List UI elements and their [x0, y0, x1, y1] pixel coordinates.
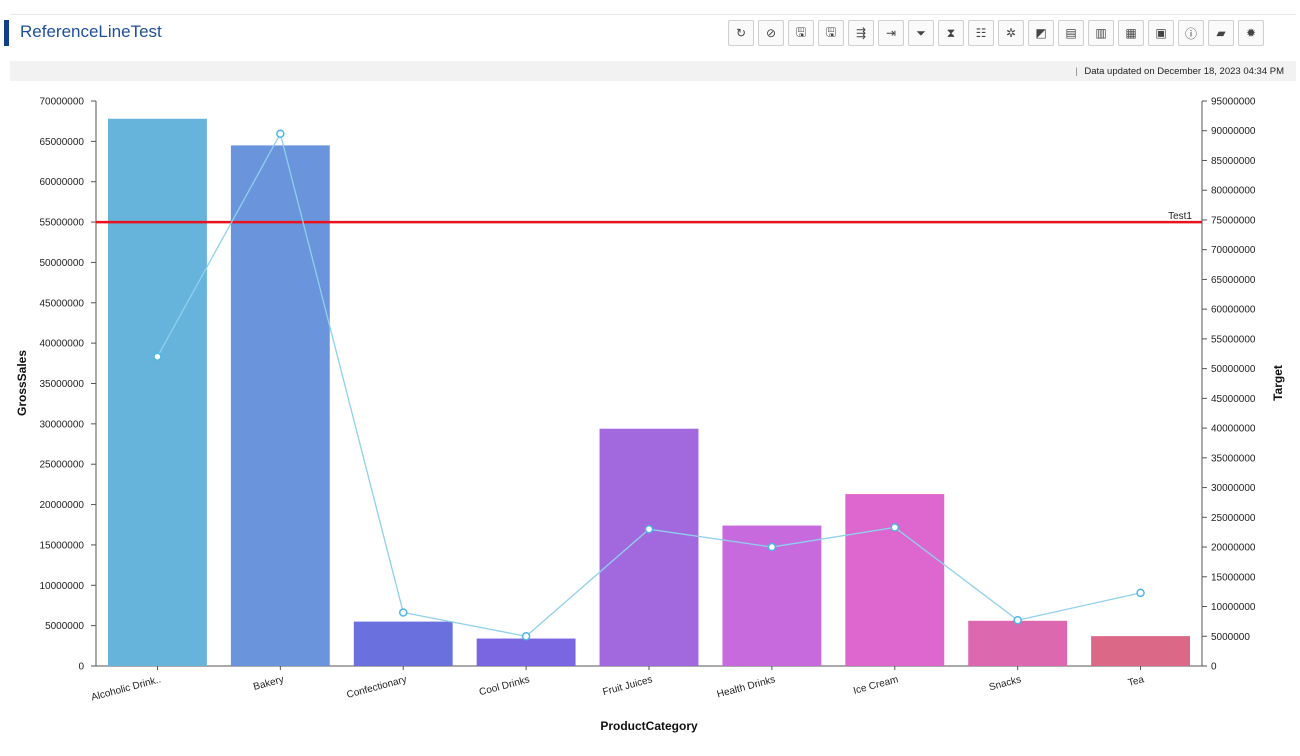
y-right-tick-label: 25000000 [1211, 513, 1256, 524]
x-tick-label: Ice Cream [852, 674, 899, 697]
y-left-tick-label: 20000000 [40, 500, 85, 511]
y-right-tick-label: 50000000 [1211, 364, 1256, 375]
y-right-tick-label: 5000000 [1211, 632, 1250, 643]
y-right-tick-label: 20000000 [1211, 543, 1256, 554]
y-right-tick-label: 85000000 [1211, 156, 1256, 167]
target-point [276, 129, 285, 138]
x-axis-title: ProductCategory [600, 719, 698, 733]
combo-chart: 0 5000000 10000000 15000000 20000000 25000000… [15, 97, 1285, 734]
y-right-tick-label: 10000000 [1211, 602, 1256, 613]
bar-tea [1091, 636, 1190, 666]
y-left-tick-label: 60000000 [40, 177, 85, 188]
y-right-tick-label: 90000000 [1211, 126, 1256, 137]
y-left-tick-label: 5000000 [45, 621, 84, 632]
y-left-tick-label: 40000000 [40, 339, 85, 350]
y-right-tick-label: 80000000 [1211, 186, 1256, 197]
bar-alcoholic-drink- [108, 118, 207, 666]
y-left-tick-label: 65000000 [40, 137, 85, 148]
x-tick-label: Alcoholic Drink.. [90, 674, 162, 703]
target-point [1013, 615, 1022, 625]
y-right-tick-label: 35000000 [1211, 453, 1256, 464]
y-left-tick-label: 55000000 [40, 218, 85, 229]
x-tick-label: Confectionary [346, 674, 408, 701]
y-right-tick-label: 30000000 [1211, 483, 1256, 494]
y-left-tick-label: 0 [78, 662, 84, 673]
y-axis-right-title: Target [1271, 365, 1285, 401]
x-tick-label: Tea [1127, 674, 1146, 689]
y-right-tick-label: 65000000 [1211, 275, 1256, 286]
x-tick-label: Snacks [988, 674, 1023, 693]
target-point [153, 352, 162, 361]
bar-snacks [968, 620, 1068, 666]
reference-line-label: Test1 [1168, 211, 1192, 222]
bar-fruit-juices [599, 428, 699, 666]
y-left-tick-label: 70000000 [40, 97, 85, 108]
y-left-tick-label: 30000000 [40, 419, 85, 430]
y-right-tick-label: 40000000 [1211, 424, 1256, 435]
y-right-tick-label: 0 [1211, 662, 1217, 673]
y-right-tick-label: 60000000 [1211, 305, 1256, 316]
target-point [767, 542, 777, 552]
y-left-tick-label: 15000000 [40, 540, 85, 551]
y-left-tick-label: 45000000 [40, 298, 85, 309]
y-left-tick-label: 50000000 [40, 258, 85, 269]
target-point [521, 632, 531, 641]
target-point [398, 608, 408, 617]
y-axis-left-title: GrossSales [15, 350, 29, 416]
y-left-tick-label: 10000000 [40, 581, 85, 592]
x-tick-label: Fruit Juices [602, 674, 654, 698]
bar-bakery [230, 145, 330, 667]
target-point [1136, 588, 1145, 598]
y-right-tick-label: 15000000 [1211, 572, 1256, 583]
y-right-tick-label: 75000000 [1211, 215, 1256, 226]
x-tick-label: Bakery [252, 674, 285, 693]
target-point [644, 524, 654, 534]
bar-cool-drinks [476, 638, 576, 666]
target-point [890, 523, 900, 532]
bar-confectionary [353, 621, 453, 666]
y-left-tick-label: 35000000 [40, 379, 85, 390]
bar-ice-cream [845, 494, 945, 666]
x-tick-label: Cool Drinks [478, 674, 531, 698]
y-right-tick-label: 95000000 [1211, 97, 1256, 108]
y-right-tick-label: 55000000 [1211, 334, 1256, 345]
y-right-tick-label: 70000000 [1211, 245, 1256, 256]
x-tick-label: Health Drinks [716, 674, 777, 700]
y-left-tick-label: 25000000 [40, 460, 85, 471]
y-right-tick-label: 45000000 [1211, 394, 1256, 405]
